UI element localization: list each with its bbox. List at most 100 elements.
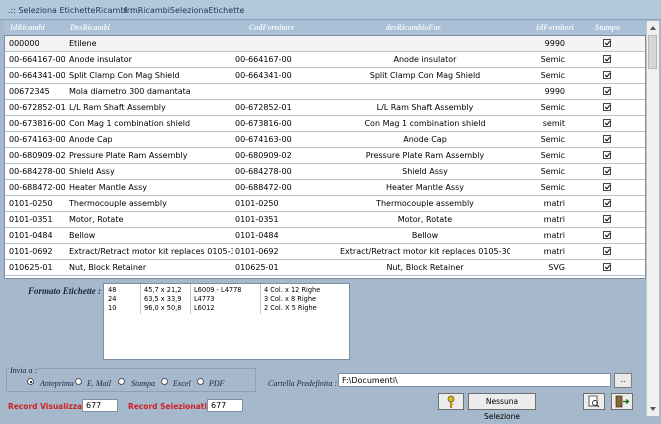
- cell-idfornitori[interactable]: matri: [515, 231, 565, 240]
- cell-idfornitori[interactable]: Semic: [515, 55, 565, 64]
- table-row[interactable]: 00-688472-00 Heater Mantle Assy 00-688472-…: [5, 180, 645, 196]
- cell-desricambiofor[interactable]: Motor, Rotate: [340, 215, 510, 224]
- cell-idfornitori[interactable]: matri: [515, 247, 565, 256]
- cell-idricambi[interactable]: 010625-01: [9, 263, 65, 272]
- cell-idfornitori[interactable]: matri: [515, 215, 565, 224]
- cell-codfornitore[interactable]: 00-673816-00: [235, 119, 335, 128]
- cell-idricambi[interactable]: 00-680909-02: [9, 151, 65, 160]
- cell-codfornitore[interactable]: 0101-0351: [235, 215, 335, 224]
- cell-desricambi[interactable]: Split Clamp Con Mag Shield: [69, 71, 233, 80]
- exit-button[interactable]: [611, 393, 633, 410]
- cell-idricambi[interactable]: 0101-0692: [9, 247, 65, 256]
- cell-desricambiofor[interactable]: Nut, Block Retainer: [340, 263, 510, 272]
- table-row[interactable]: 00672345 Mola diametro 300 damantata 9990: [5, 84, 645, 100]
- stampa-checkbox[interactable]: [603, 199, 611, 207]
- cell-idricambi[interactable]: 0101-0484: [9, 231, 65, 240]
- cell-desricambiofor[interactable]: Thermocouple assembly: [340, 199, 510, 208]
- cell-desricambi[interactable]: Bellow: [69, 231, 233, 240]
- table-row[interactable]: 0101-0484 Bellow 0101-0484 Bellow matri: [5, 228, 645, 244]
- cell-idricambi[interactable]: 00672345: [9, 87, 65, 96]
- cell-desricambiofor[interactable]: Pressure Plate Ram Assembly: [340, 151, 510, 160]
- cell-desricambi[interactable]: L/L Ram Shaft Assembly: [69, 103, 233, 112]
- table-row[interactable]: 00-664167-00 Anode insulator 00-664167-00 A…: [5, 52, 645, 68]
- table-row[interactable]: 00-674163-00 Anode Cap 00-674163-00 Anode C…: [5, 132, 645, 148]
- cell-codfornitore[interactable]: 00-672852-01: [235, 103, 335, 112]
- cell-codfornitore[interactable]: 00-684278-00: [235, 167, 335, 176]
- table-row[interactable]: 000000 Etilene 9990: [5, 36, 645, 52]
- cell-desricambi[interactable]: Motor, Rotate: [69, 215, 233, 224]
- table-row[interactable]: 0101-0351 Motor, Rotate 0101-0351 Motor, Ro…: [5, 212, 645, 228]
- radio-anteprima[interactable]: [27, 378, 34, 385]
- stampa-checkbox[interactable]: [603, 103, 611, 111]
- cell-idricambi[interactable]: 000000: [9, 39, 65, 48]
- stampa-checkbox[interactable]: [603, 215, 611, 223]
- header-idricambi[interactable]: IdRicambi: [10, 23, 45, 32]
- cell-desricambiofor[interactable]: Shield Assy: [340, 167, 510, 176]
- browse-button[interactable]: ..: [614, 373, 632, 388]
- table-row[interactable]: 00-673816-00 Con Mag 1 combination shield…: [5, 116, 645, 132]
- cell-idfornitori[interactable]: Semic: [515, 71, 565, 80]
- cell-idfornitori[interactable]: Semic: [515, 135, 565, 144]
- stampa-checkbox[interactable]: [603, 55, 611, 63]
- cell-desricambi[interactable]: Pressure Plate Ram Assembly: [69, 151, 233, 160]
- cell-desricambiofor[interactable]: Bellow: [340, 231, 510, 240]
- table-row[interactable]: 0101-0692 Extract/Retract motor kit repla…: [5, 244, 645, 260]
- table-row[interactable]: 0101-0250 Thermocouple assembly 0101-0250 T…: [5, 196, 645, 212]
- cell-desricambi[interactable]: Mola diametro 300 damantata: [69, 87, 233, 96]
- cell-idricambi[interactable]: 00-684278-00: [9, 167, 65, 176]
- cell-desricambiofor[interactable]: L/L Ram Shaft Assembly: [340, 103, 510, 112]
- stampa-checkbox[interactable]: [603, 135, 611, 143]
- formato-list[interactable]: 48 45,7 x 21,2 L6009 - L4778 4 Col. x 12 Ri…: [103, 283, 350, 360]
- cell-idricambi[interactable]: 00-673816-00: [9, 119, 65, 128]
- cell-desricambiofor[interactable]: Split Clamp Con Mag Shield: [340, 71, 510, 80]
- radio-stampa[interactable]: [118, 378, 125, 385]
- cell-codfornitore[interactable]: 00-680909-02: [235, 151, 335, 160]
- ricambi-grid[interactable]: 000000 Etilene 9990 00-664167-00 Anode insul…: [4, 35, 646, 279]
- stampa-checkbox[interactable]: [603, 87, 611, 95]
- scroll-thumb[interactable]: [648, 35, 657, 69]
- radio-email[interactable]: [75, 378, 82, 385]
- cell-desricambi[interactable]: Con Mag 1 combination shield: [69, 119, 233, 128]
- cell-codfornitore[interactable]: 0101-0250: [235, 199, 335, 208]
- scroll-up-icon[interactable]: [650, 26, 656, 30]
- header-desricambi[interactable]: DesRicambi: [70, 23, 110, 32]
- cell-codfornitore[interactable]: 00-664341-00: [235, 71, 335, 80]
- cell-desricambiofor[interactable]: Heater Mantle Assy: [340, 183, 510, 192]
- cell-idricambi[interactable]: 00-688472-00: [9, 183, 65, 192]
- cell-codfornitore[interactable]: 0101-0692: [235, 247, 335, 256]
- cell-idricambi[interactable]: 00-672852-01: [9, 103, 65, 112]
- cell-idfornitori[interactable]: 9990: [515, 87, 565, 96]
- cell-desricambiofor[interactable]: Extract/Retract motor kit replaces 0105-…: [340, 247, 510, 256]
- cell-desricambiofor[interactable]: Con Mag 1 combination shield: [340, 119, 510, 128]
- cell-idfornitori[interactable]: 9990: [515, 39, 565, 48]
- header-stampa[interactable]: Stampa: [595, 23, 620, 32]
- cell-desricambi[interactable]: Nut, Block Retainer: [69, 263, 233, 272]
- cell-idfornitori[interactable]: SVG: [515, 263, 565, 272]
- header-idfornitori[interactable]: IdFornitori: [536, 23, 574, 32]
- stampa-checkbox[interactable]: [603, 231, 611, 239]
- cell-codfornitore[interactable]: 00-674163-00: [235, 135, 335, 144]
- cell-codfornitore[interactable]: 00-664167-00: [235, 55, 335, 64]
- cell-idricambi[interactable]: 00-664341-00: [9, 71, 65, 80]
- stampa-checkbox[interactable]: [603, 183, 611, 191]
- cell-desricambi[interactable]: Anode insulator: [69, 55, 233, 64]
- key-button[interactable]: [438, 393, 464, 410]
- cell-desricambi[interactable]: Extract/Retract motor kit replaces 0105-…: [69, 247, 233, 256]
- table-row[interactable]: 00-680909-02 Pressure Plate Ram Assembly 0…: [5, 148, 645, 164]
- cell-desricambiofor[interactable]: Anode Cap: [340, 135, 510, 144]
- table-row[interactable]: 010625-01 Nut, Block Retainer 010625-01 Nut…: [5, 260, 645, 276]
- cell-idfornitori[interactable]: semit: [515, 119, 565, 128]
- cell-idfornitori[interactable]: Semic: [515, 183, 565, 192]
- cell-desricambiofor[interactable]: Anode insulator: [340, 55, 510, 64]
- table-row[interactable]: 00-672852-01 L/L Ram Shaft Assembly 00-672…: [5, 100, 645, 116]
- cell-codfornitore[interactable]: 010625-01: [235, 263, 335, 272]
- cell-desricambi[interactable]: Heater Mantle Assy: [69, 183, 233, 192]
- stampa-checkbox[interactable]: [603, 247, 611, 255]
- cell-idfornitori[interactable]: matri: [515, 199, 565, 208]
- cell-idricambi[interactable]: 00-664167-00: [9, 55, 65, 64]
- cell-desricambi[interactable]: Thermocouple assembly: [69, 199, 233, 208]
- cell-idfornitori[interactable]: Semic: [515, 151, 565, 160]
- stampa-checkbox[interactable]: [603, 71, 611, 79]
- table-row[interactable]: 00-684278-00 Shield Assy 00-684278-00 Shiel…: [5, 164, 645, 180]
- print-preview-button[interactable]: [583, 393, 605, 410]
